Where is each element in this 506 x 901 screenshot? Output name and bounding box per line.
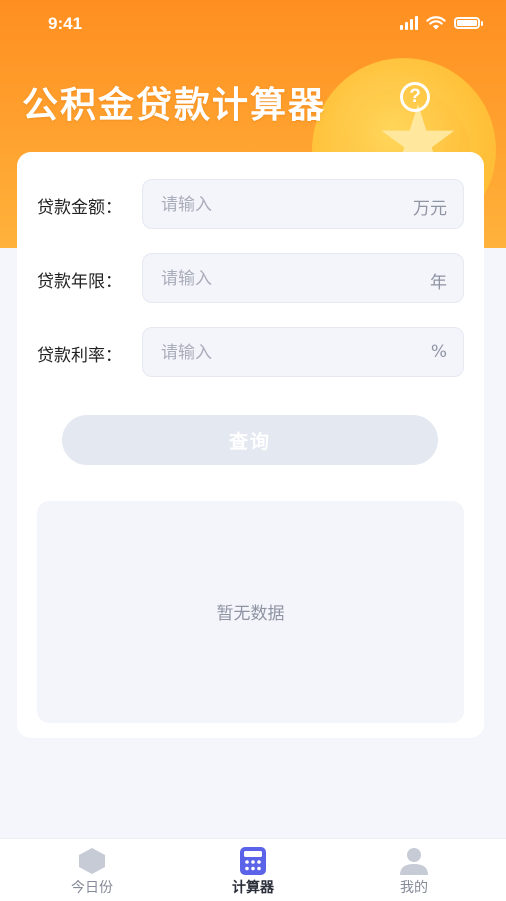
tab-mine-label: 我的 (400, 880, 428, 896)
loan-amount-input[interactable] (159, 180, 383, 230)
tab-mine[interactable]: 我的 (354, 839, 474, 901)
tab-bar: 今日份 计算器 我的 (0, 838, 506, 901)
loan-rate-label: 贷款利率： (37, 346, 122, 366)
loan-term-field[interactable]: 年 (142, 253, 464, 304)
loan-amount-row: 贷款金额： 万元 (17, 179, 484, 231)
calculator-icon (240, 847, 266, 875)
status-icons (400, 16, 483, 30)
wifi-icon (426, 16, 446, 30)
tab-today-label: 今日份 (71, 880, 113, 896)
empty-state-text: 暂无数据 (216, 604, 285, 624)
moon-icon (79, 848, 105, 874)
tab-today[interactable]: 今日份 (32, 839, 152, 901)
loan-term-unit: 年 (430, 273, 447, 293)
result-panel: 暂无数据 (37, 501, 464, 723)
battery-icon (454, 17, 483, 29)
status-bar: 9:41 (0, 0, 506, 50)
question-circle-icon[interactable]: ? (400, 82, 430, 112)
user-icon (400, 848, 428, 875)
loan-term-label: 贷款年限： (37, 272, 122, 292)
loan-rate-field[interactable]: % (142, 327, 464, 378)
query-button[interactable]: 查询 (62, 415, 438, 465)
calculator-card: 贷款金额： 万元 贷款年限： 年 贷款利率： % 查询 暂无数据 (17, 152, 484, 738)
signal-icon (400, 16, 418, 30)
status-time: 9:41 (48, 14, 83, 33)
loan-amount-label: 贷款金额： (37, 198, 122, 218)
loan-term-row: 贷款年限： 年 (17, 253, 484, 305)
tab-calculator-label: 计算器 (232, 880, 274, 896)
tab-calculator[interactable]: 计算器 (193, 839, 313, 901)
loan-amount-unit: 万元 (413, 199, 447, 219)
loan-rate-input[interactable] (159, 328, 383, 378)
loan-amount-field[interactable]: 万元 (142, 179, 464, 230)
page-title: 公积金贷款计算器 (22, 85, 327, 126)
loan-term-input[interactable] (159, 254, 383, 304)
loan-rate-unit: % (430, 342, 447, 362)
loan-rate-row: 贷款利率： % (17, 327, 484, 379)
